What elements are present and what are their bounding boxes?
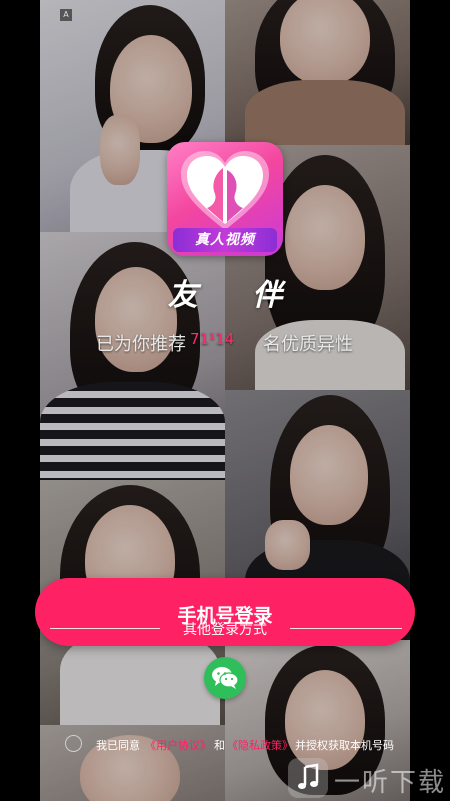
watermark-text: 一听下载 bbox=[334, 768, 447, 798]
app-name: 友 伴 bbox=[167, 278, 305, 313]
privacy-policy-link[interactable]: 《隐私政策》 bbox=[227, 737, 293, 753]
tagline-prefix: 已为你推荐 bbox=[96, 334, 186, 355]
agreement-row: 我已同意 《用户协议》 和 《隐私政策》 并授权获取本机号码 bbox=[0, 733, 450, 755]
user-agreement-link[interactable]: 《用户协议》 bbox=[145, 737, 211, 753]
app-logo: 真人视频 bbox=[167, 142, 283, 256]
other-login-label: 其他登录方式 bbox=[183, 622, 267, 638]
login-screen: A 真人视频 友 伴 已为你推荐 71¹14 名优质异性 手机号登录 其他登录方… bbox=[0, 0, 450, 801]
recommendation-count: 71¹14 bbox=[190, 330, 235, 348]
agree-checkbox[interactable] bbox=[65, 735, 82, 752]
wechat-login-button[interactable] bbox=[204, 657, 246, 699]
other-login-methods: 其他登录方式 bbox=[0, 617, 450, 639]
watermark: 一听下载 bbox=[288, 758, 448, 800]
agreement-suffix: 并授权获取本机号码 bbox=[295, 739, 394, 752]
wechat-icon bbox=[212, 667, 239, 689]
divider-right bbox=[290, 628, 402, 629]
agreement-prefix: 我已同意 bbox=[96, 739, 140, 752]
agreement-and: 和 bbox=[214, 739, 225, 752]
music-note-icon bbox=[288, 758, 328, 798]
ad-marker-icon: A bbox=[60, 9, 72, 21]
heart-logo-icon bbox=[181, 151, 269, 230]
recommendation-tagline: 已为你推荐 71¹14 名优质异性 bbox=[0, 330, 450, 355]
logo-caption: 真人视频 bbox=[173, 228, 277, 252]
tagline-suffix: 名优质异性 bbox=[263, 334, 353, 355]
